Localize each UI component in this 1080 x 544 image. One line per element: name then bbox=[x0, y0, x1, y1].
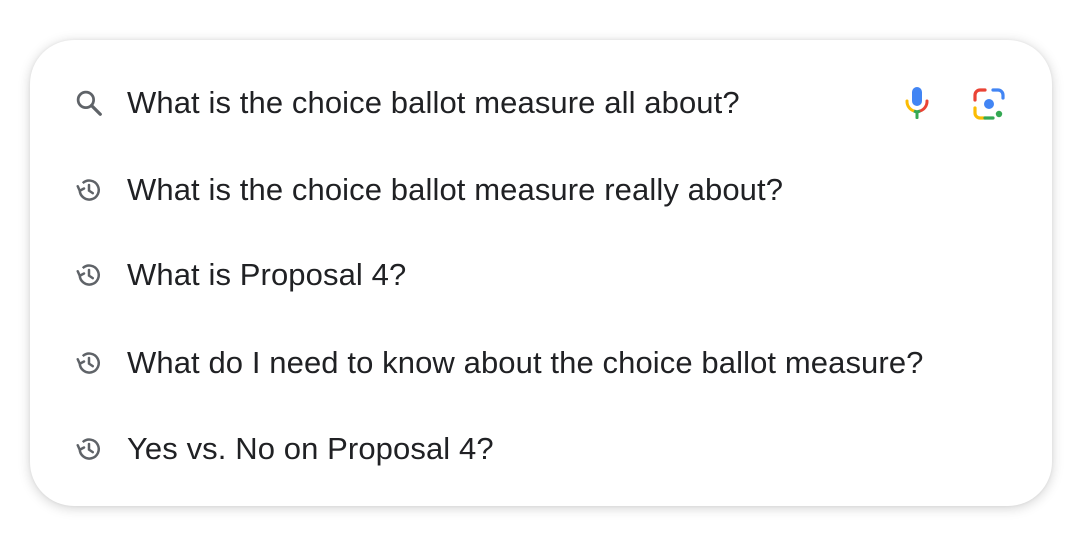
history-icon bbox=[72, 173, 106, 207]
lens-icon[interactable] bbox=[971, 86, 1007, 122]
suggestion-item[interactable]: What do I need to know about the choice … bbox=[30, 333, 1052, 393]
suggestion-item[interactable]: What is Proposal 4? bbox=[30, 245, 1052, 305]
history-icon bbox=[72, 258, 106, 292]
mic-icon[interactable] bbox=[902, 84, 932, 122]
suggestion-item[interactable]: Yes vs. No on Proposal 4? bbox=[30, 419, 1052, 479]
history-icon bbox=[72, 346, 106, 380]
search-icon bbox=[72, 86, 106, 120]
suggestion-label: What do I need to know about the choice … bbox=[127, 345, 924, 380]
suggestion-label: What is Proposal 4? bbox=[127, 257, 407, 292]
search-bar[interactable]: What is the choice ballot measure all ab… bbox=[30, 73, 1052, 133]
suggestion-item[interactable]: What is the choice ballot measure really… bbox=[30, 160, 1052, 220]
search-input[interactable]: What is the choice ballot measure all ab… bbox=[127, 85, 740, 121]
history-icon bbox=[72, 432, 106, 466]
suggestion-label: What is the choice ballot measure really… bbox=[127, 172, 784, 207]
suggestion-label: Yes vs. No on Proposal 4? bbox=[127, 431, 494, 466]
search-suggestions-card: What is the choice ballot measure all ab… bbox=[30, 40, 1052, 506]
